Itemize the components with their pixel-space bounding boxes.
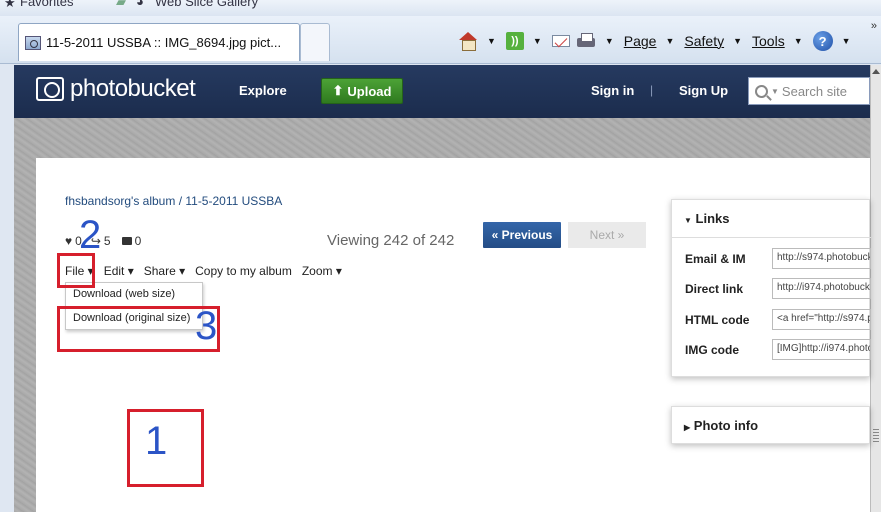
feeds-dropdown-icon[interactable]: ▼ xyxy=(533,36,542,46)
photobucket-logo[interactable]: photobucket xyxy=(36,75,196,103)
search-icon[interactable] xyxy=(755,84,768,98)
search-scope-dropdown-icon[interactable]: ▼ xyxy=(771,87,779,96)
photo-stats: ♥ 0 ↪ 5 0 xyxy=(65,234,141,248)
comment-count: 0 xyxy=(134,234,142,248)
safety-menu-dropdown-icon[interactable]: ▼ xyxy=(733,36,742,46)
upload-label: Upload xyxy=(347,83,392,99)
like-heart-icon[interactable]: ♥ xyxy=(65,234,72,248)
sign-up-link[interactable]: Sign Up xyxy=(679,83,728,98)
photo-page: fhsbandsorg's album / 11-5-2011 USSBA ♥ … xyxy=(36,158,871,512)
html-code-field[interactable]: <a href="http://s974.ph xyxy=(772,309,871,330)
site-header: photobucket Explore ⬆ Upload Sign in | S… xyxy=(14,65,870,118)
upload-arrow-icon: ⬆ xyxy=(332,83,344,98)
favorites-star-icon[interactable]: ★ xyxy=(4,0,16,11)
annotation-number-1: 1 xyxy=(145,419,168,463)
annotation-number-3: 3 xyxy=(195,304,218,348)
direct-link-label: Direct link xyxy=(685,282,744,296)
next-button[interactable]: Next » xyxy=(568,222,646,248)
favorites-bar: ★ Favorites ▰ ◕ Web Slice Gallery xyxy=(0,0,881,16)
annotation-number-2: 2 xyxy=(79,213,102,257)
logo-text: photobucket xyxy=(70,75,196,102)
print-dropdown-icon[interactable]: ▼ xyxy=(605,36,614,46)
page-favicon-icon xyxy=(25,35,41,50)
help-dropdown-icon[interactable]: ▼ xyxy=(842,36,851,46)
favorites-label[interactable]: Favorites xyxy=(20,0,73,9)
nav-separator: | xyxy=(650,83,654,97)
new-tab-button[interactable] xyxy=(300,23,330,61)
share-menu[interactable]: Share ▾ xyxy=(144,264,185,278)
page-scrollbar[interactable] xyxy=(870,65,881,512)
suggested-sites-icon[interactable]: ▰ xyxy=(116,0,126,10)
links-title-text: Links xyxy=(695,211,730,226)
photo-info-panel[interactable]: ▶ Photo info xyxy=(671,406,870,444)
home-dropdown-icon[interactable]: ▼ xyxy=(487,36,496,46)
panel-divider xyxy=(672,237,871,238)
collapse-triangle-icon: ▼ xyxy=(684,216,692,225)
page-menu[interactable]: Page xyxy=(624,33,657,49)
sign-in-link[interactable]: Sign in xyxy=(591,83,634,98)
page-menu-dropdown-icon[interactable]: ▼ xyxy=(665,36,674,46)
web-slice-gallery-link[interactable]: Web Slice Gallery xyxy=(155,0,258,9)
links-panel-title[interactable]: ▼ Links xyxy=(684,211,730,226)
viewing-counter: Viewing 242 of 242 xyxy=(327,232,455,249)
share-count: 5 xyxy=(103,234,111,248)
copy-to-album-link[interactable]: Copy to my album xyxy=(195,264,292,278)
search-input[interactable]: ▼ Search site xyxy=(748,77,870,105)
photo-info-title-text: Photo info xyxy=(693,418,759,433)
tools-menu[interactable]: Tools xyxy=(752,33,785,49)
email-im-field[interactable]: http://s974.photobucke xyxy=(772,248,871,269)
help-icon[interactable]: ? xyxy=(812,31,833,51)
browser-toolbar: 11-5-2011 USSBA :: IMG_8694.jpg pict... … xyxy=(0,16,881,64)
search-placeholder: Search site xyxy=(781,83,847,99)
img-code-label: IMG code xyxy=(685,343,740,357)
tab-title: 11-5-2011 USSBA :: IMG_8694.jpg pict... xyxy=(46,35,282,50)
scroll-up-icon[interactable] xyxy=(872,69,880,74)
browser-tab-active[interactable]: 11-5-2011 USSBA :: IMG_8694.jpg pict... xyxy=(18,23,300,61)
camera-logo-icon xyxy=(36,77,64,101)
links-panel: ▼ Links Email & IM http://s974.photobuck… xyxy=(671,199,871,377)
print-icon[interactable] xyxy=(576,32,596,50)
scroll-thumb[interactable] xyxy=(873,429,879,443)
html-code-label: HTML code xyxy=(685,313,750,327)
upload-button[interactable]: ⬆ Upload xyxy=(321,78,403,104)
direct-link-field[interactable]: http://i974.photobucke xyxy=(772,278,871,299)
home-icon[interactable] xyxy=(458,32,478,51)
zoom-menu[interactable]: Zoom ▾ xyxy=(302,264,342,278)
expand-triangle-icon: ▶ xyxy=(684,423,691,432)
img-code-field[interactable]: [IMG]http://i974.photo xyxy=(772,339,871,360)
breadcrumb[interactable]: fhsbandsorg's album / 11-5-2011 USSBA xyxy=(65,194,282,208)
previous-button[interactable]: « Previous xyxy=(483,222,561,248)
command-bar: ▼ )) ▼ ▼ Page ▼ Safety ▼ Tools ▼ ? ▼ xyxy=(458,26,855,56)
edit-menu[interactable]: Edit ▾ xyxy=(104,264,134,278)
tools-menu-dropdown-icon[interactable]: ▼ xyxy=(794,36,803,46)
feeds-icon[interactable]: )) xyxy=(505,32,524,50)
safety-menu[interactable]: Safety xyxy=(684,33,724,49)
comment-bubble-icon[interactable] xyxy=(121,237,132,245)
read-mail-icon[interactable] xyxy=(551,35,570,47)
web-slice-gallery-icon[interactable]: ◕ xyxy=(136,0,144,9)
photo-toolbar: File ▾ Edit ▾ Share ▾ Copy to my album Z… xyxy=(65,264,342,278)
email-im-label: Email & IM xyxy=(685,252,746,266)
command-bar-overflow-icon[interactable]: » xyxy=(871,20,877,32)
photo-info-title[interactable]: ▶ Photo info xyxy=(684,418,758,433)
annotation-box-2 xyxy=(57,253,95,288)
explore-link[interactable]: Explore xyxy=(239,83,287,98)
